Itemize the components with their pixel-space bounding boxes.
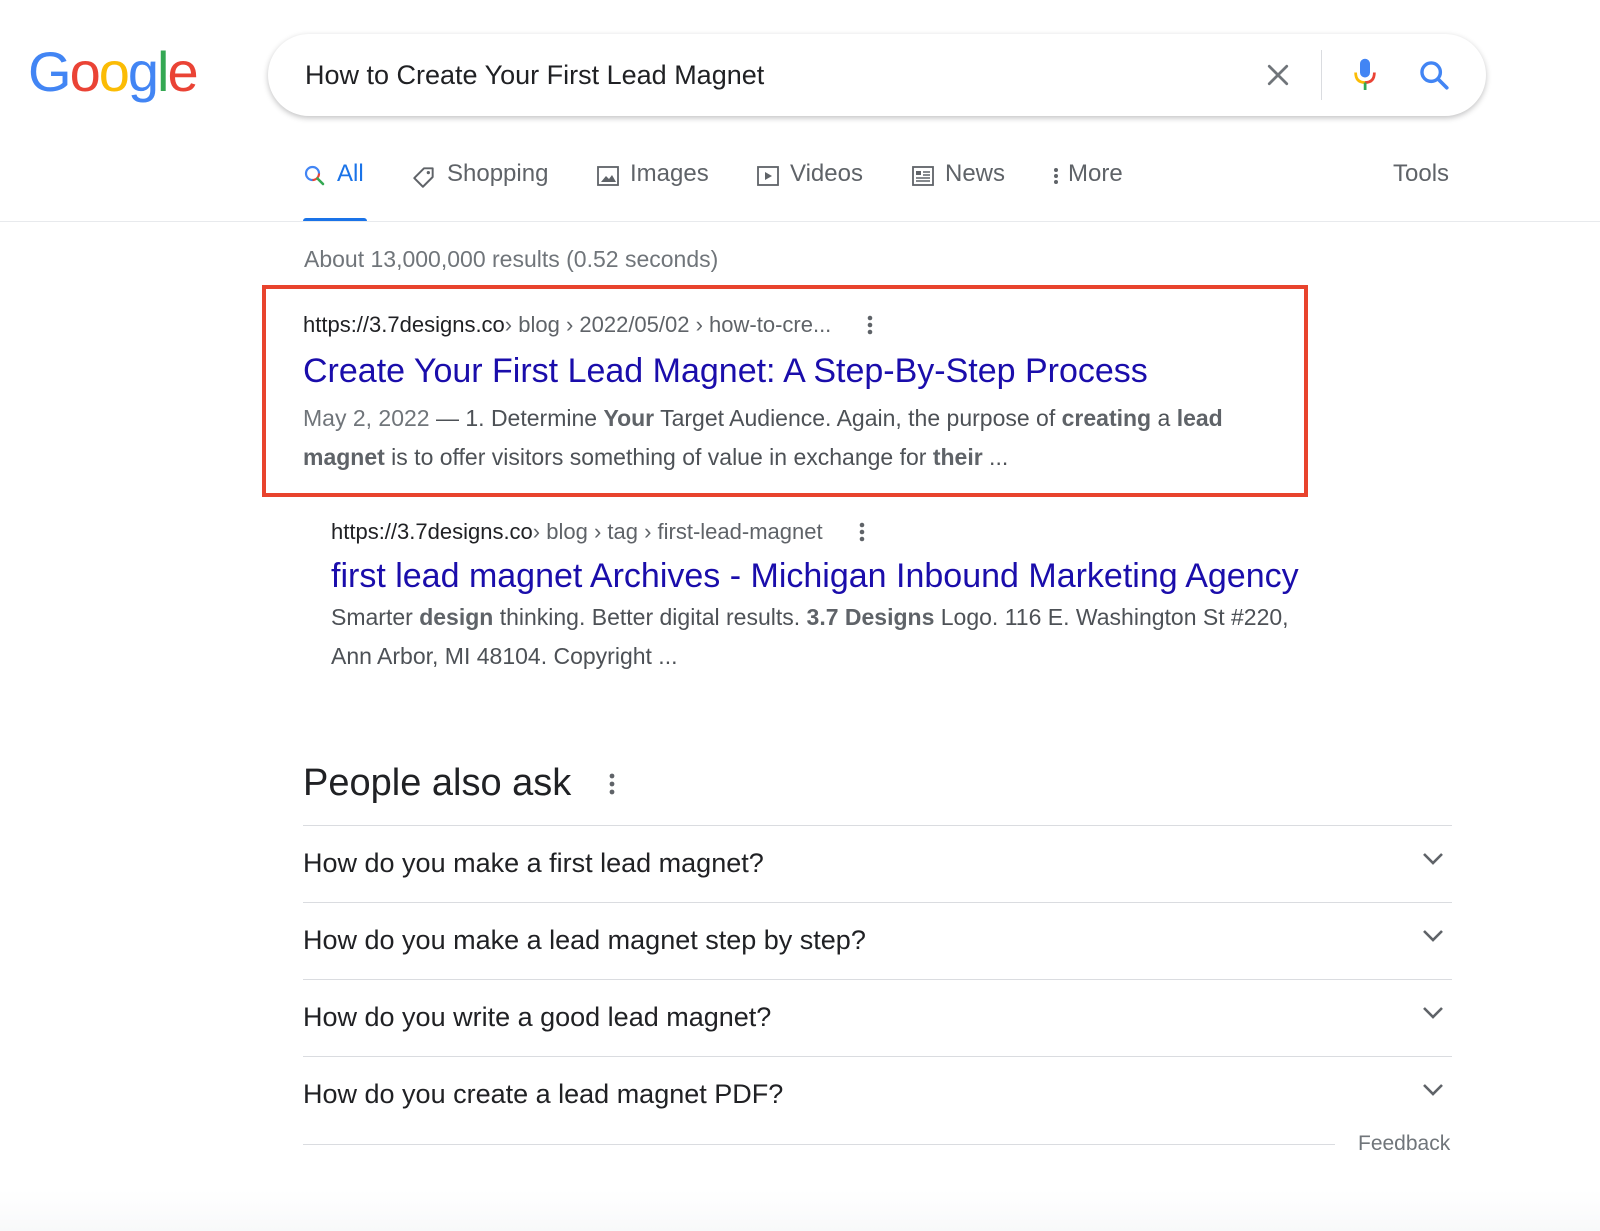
google-logo[interactable]: Google (28, 40, 199, 103)
paa-question-text: How do you write a good lead magnet? (303, 1002, 772, 1032)
snippet-text: a (1151, 405, 1177, 431)
paa-question[interactable]: How do you make a first lead magnet? (303, 825, 1452, 902)
search-result: https://3.7designs.co › blog › tag › fir… (331, 519, 1431, 676)
tab-news[interactable]: News (911, 160, 1005, 222)
result-date: May 2, 2022 (303, 405, 430, 431)
people-also-ask-list: How do you make a first lead magnet? How… (303, 825, 1452, 1133)
tab-label: News (945, 160, 1006, 187)
search-result: https://3.7designs.co › blog › 2022/05/0… (303, 312, 1293, 477)
logo-letter: l (157, 40, 170, 103)
tabs-divider (0, 221, 1600, 222)
chevron-down-icon (1422, 852, 1444, 871)
paa-question[interactable]: How do you create a lead magnet PDF? (303, 1056, 1452, 1133)
logo-letter: o (98, 40, 130, 103)
tab-more[interactable]: More (1050, 160, 1123, 222)
result-path: › blog › 2022/05/02 › how-to-cre... (504, 312, 832, 337)
people-also-ask-heading: People also ask (303, 762, 617, 805)
close-icon[interactable] (1258, 55, 1298, 95)
result-breadcrumb[interactable]: https://3.7designs.co › blog › tag › fir… (331, 519, 1431, 545)
paa-question[interactable]: How do you write a good lead magnet? (303, 979, 1452, 1056)
tab-label: More (1068, 160, 1123, 187)
footer-fade (0, 1190, 1600, 1231)
tag-icon (411, 164, 437, 190)
snippet-bold: 3.7 Designs (806, 604, 935, 630)
result-title-link[interactable]: first lead magnet Archives - Michigan In… (331, 557, 1431, 596)
result-stats: About 13,000,000 results (0.52 seconds) (304, 246, 719, 272)
snippet-text: ... (982, 444, 1009, 470)
paa-title-text: People also ask (303, 762, 572, 804)
paa-question-text: How do you create a lead magnet PDF? (303, 1079, 784, 1109)
more-vert-icon[interactable] (607, 771, 617, 797)
search-icon (303, 164, 327, 188)
search-icon[interactable] (1414, 55, 1454, 95)
snippet-text: Ann Arbor, MI 48104. Copyright ... (331, 643, 678, 669)
play-icon (756, 164, 780, 188)
snippet-bold: creating (1061, 405, 1152, 431)
newspaper-icon (911, 164, 935, 188)
chevron-down-icon (1422, 1083, 1444, 1102)
result-title-link[interactable]: Create Your First Lead Magnet: A Step-By… (303, 352, 1293, 391)
tab-all[interactable]: All (303, 160, 367, 222)
result-site: https://3.7designs.co (331, 519, 533, 544)
snippet-text: thinking. Better digital results. (493, 604, 807, 630)
paa-question-text: How do you make a first lead magnet? (303, 848, 764, 878)
chevron-down-icon (1422, 929, 1444, 948)
microphone-icon[interactable] (1345, 55, 1385, 95)
snippet-bold: design (419, 604, 494, 630)
paa-question[interactable]: How do you make a lead magnet step by st… (303, 902, 1452, 979)
result-snippet: Smarter design thinking. Better digital … (331, 598, 1431, 676)
snippet-text: Logo. 116 E. Washington St #220, (934, 604, 1289, 630)
result-snippet: May 2, 2022 — 1. Determine Your Target A… (303, 399, 1293, 477)
tab-images[interactable]: Images (596, 160, 709, 222)
snippet-bold: Your (603, 405, 655, 431)
search-input[interactable] (305, 34, 1205, 116)
snippet-text: Target Audience. Again, the purpose of (654, 405, 1062, 431)
search-divider (1321, 50, 1322, 100)
chevron-down-icon (1422, 1006, 1444, 1025)
snippet-bold: lead (1176, 405, 1223, 431)
snippet-text: — 1. Determine (429, 405, 604, 431)
paa-divider (303, 1144, 1335, 1145)
more-vert-icon[interactable] (857, 520, 867, 544)
snippet-text: is to offer visitors something of value … (384, 444, 933, 470)
snippet-text: Smarter (331, 604, 420, 630)
more-vert-icon (1050, 164, 1062, 188)
snippet-bold: magnet (303, 444, 385, 470)
snippet-bold: their (932, 444, 983, 470)
paa-question-text: How do you make a lead magnet step by st… (303, 925, 866, 955)
tab-label: Shopping (447, 160, 549, 187)
tab-videos[interactable]: Videos (756, 160, 863, 222)
logo-letter: G (28, 40, 72, 103)
logo-letter: e (167, 40, 198, 103)
more-vert-icon[interactable] (865, 313, 875, 337)
search-bar (268, 34, 1486, 116)
tab-label: Images (630, 160, 709, 187)
tools-button[interactable]: Tools (1393, 160, 1449, 188)
result-path: › blog › tag › first-lead-magnet (532, 519, 823, 544)
tab-shopping[interactable]: Shopping (411, 160, 548, 222)
tab-label: All (337, 160, 364, 187)
result-site: https://3.7designs.co (303, 312, 505, 337)
logo-letter: g (127, 40, 159, 103)
feedback-link[interactable]: Feedback (1358, 1132, 1450, 1156)
tab-label: Videos (790, 160, 863, 187)
result-breadcrumb[interactable]: https://3.7designs.co › blog › 2022/05/0… (303, 312, 1293, 338)
image-icon (596, 164, 620, 188)
logo-letter: o (69, 40, 101, 103)
